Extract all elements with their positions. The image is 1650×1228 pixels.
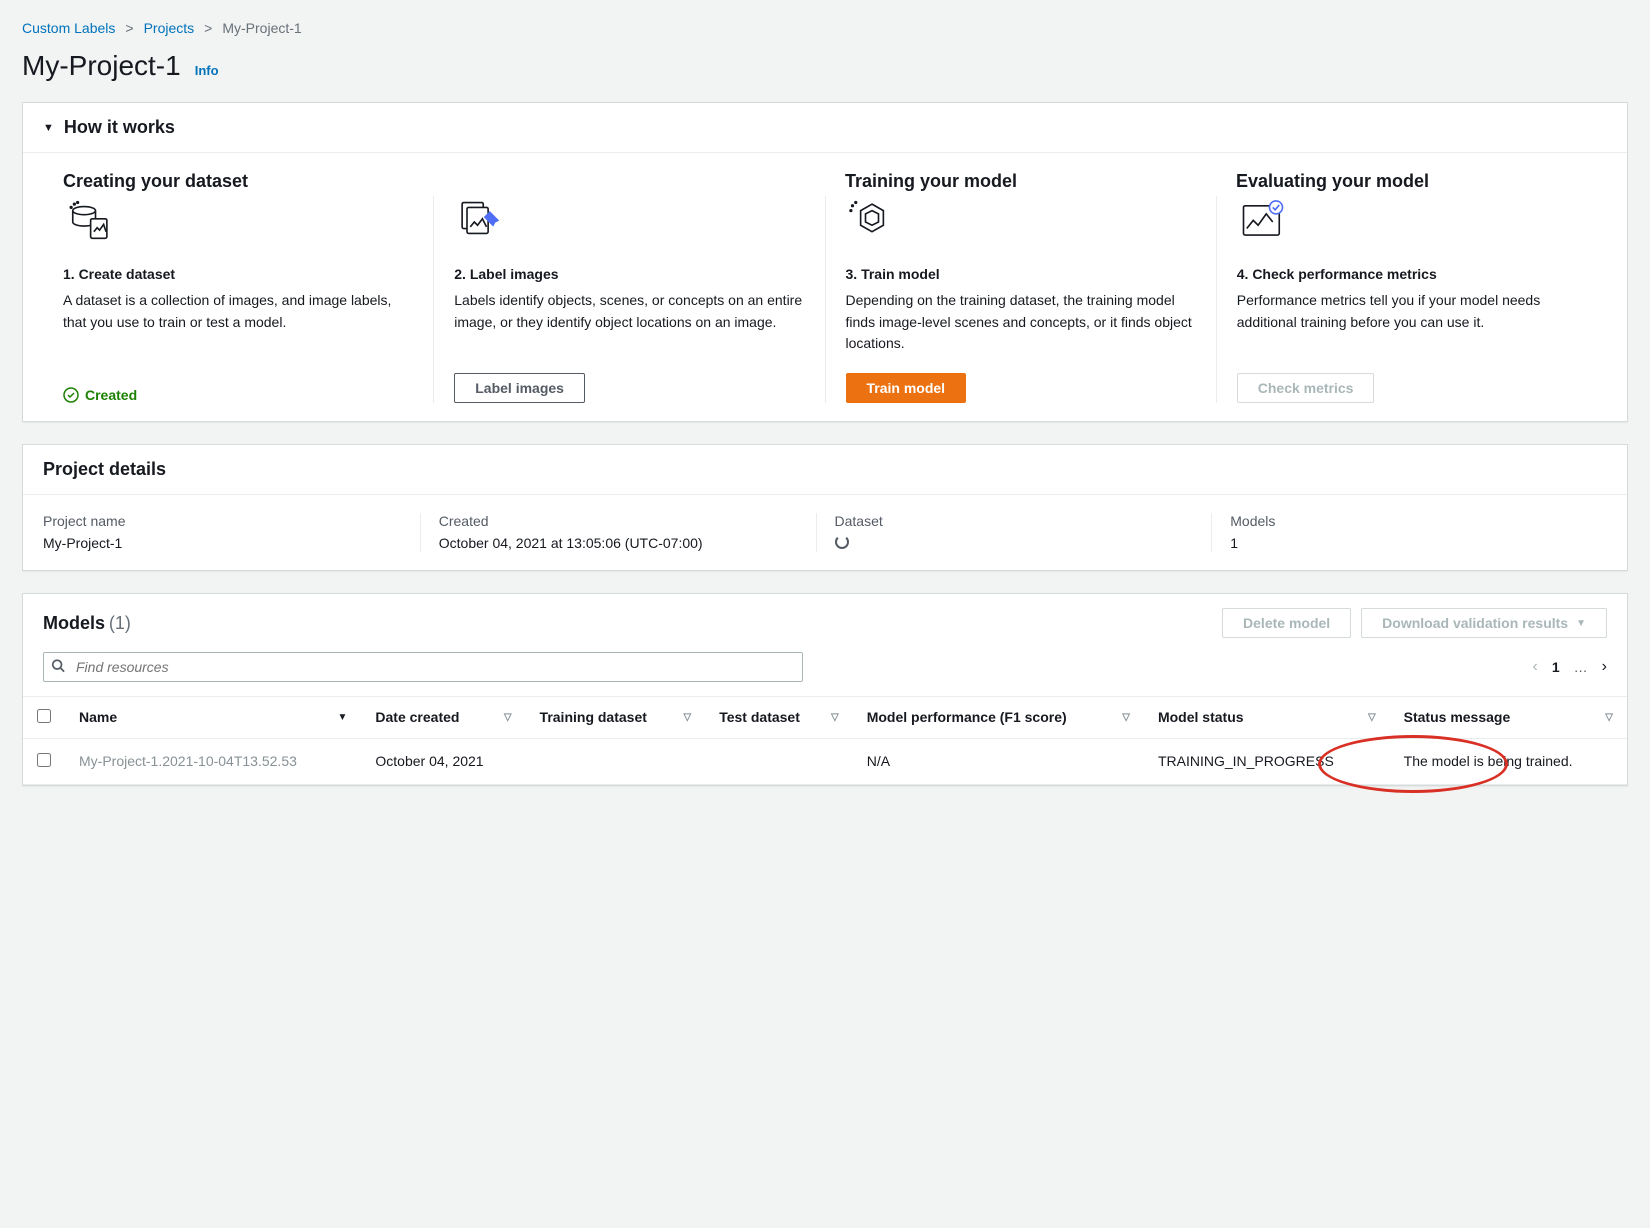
collapse-caret-icon[interactable]: ▼ bbox=[43, 122, 54, 134]
breadcrumb-projects[interactable]: Projects bbox=[144, 20, 195, 36]
breadcrumb-current: My-Project-1 bbox=[222, 20, 301, 36]
download-validation-label: Download validation results bbox=[1382, 615, 1568, 631]
search-input[interactable] bbox=[43, 652, 803, 682]
dataset-loading bbox=[835, 535, 1194, 552]
check-metrics-icon bbox=[1237, 196, 1587, 252]
models-table: Name ▼ Date created ▽ Training dataset ▽ Te… bbox=[23, 696, 1627, 785]
col-performance-label: Model performance (F1 score) bbox=[867, 709, 1067, 725]
col-status[interactable]: Model status ▽ bbox=[1144, 697, 1390, 739]
chevron-right-icon: > bbox=[125, 20, 133, 36]
row-name[interactable]: My-Project-1.2021-10-04T13.52.53 bbox=[79, 753, 297, 769]
table-row[interactable]: My-Project-1.2021-10-04T13.52.53 October… bbox=[23, 739, 1627, 785]
search-icon bbox=[51, 659, 65, 676]
col-message[interactable]: Status message ▽ bbox=[1390, 697, 1627, 739]
delete-model-button: Delete model bbox=[1222, 608, 1351, 638]
models-label: Models bbox=[1230, 513, 1589, 529]
pager-ellipsis: … bbox=[1574, 659, 1588, 675]
info-link[interactable]: Info bbox=[195, 63, 219, 78]
hiw-desc-1: A dataset is a collection of images, and… bbox=[63, 290, 413, 369]
train-model-button[interactable]: Train model bbox=[846, 373, 967, 403]
hiw-step-title-4: 4. Check performance metrics bbox=[1237, 266, 1587, 282]
row-date-created: October 04, 2021 bbox=[361, 739, 525, 785]
hiw-desc-2: Labels identify objects, scenes, or conc… bbox=[454, 290, 804, 355]
check-metrics-button: Check metrics bbox=[1237, 373, 1375, 403]
row-status: TRAINING_IN_PROGRESS bbox=[1158, 753, 1334, 769]
created-label: Created bbox=[439, 513, 798, 529]
pager-prev[interactable]: ‹ bbox=[1533, 658, 1538, 676]
sort-icon: ▽ bbox=[504, 712, 512, 723]
select-all-checkbox[interactable] bbox=[37, 709, 51, 723]
row-training-dataset bbox=[526, 739, 706, 785]
sort-icon: ▽ bbox=[1122, 712, 1130, 723]
created-value: October 04, 2021 at 13:05:06 (UTC-07:00) bbox=[439, 535, 798, 551]
download-validation-button: Download validation results ▼ bbox=[1361, 608, 1607, 638]
hiw-step-title-1: 1. Create dataset bbox=[63, 266, 413, 282]
col-message-label: Status message bbox=[1404, 709, 1511, 725]
breadcrumb: Custom Labels > Projects > My-Project-1 bbox=[22, 20, 1628, 36]
how-it-works-heading: How it works bbox=[64, 117, 175, 138]
project-name-value: My-Project-1 bbox=[43, 535, 402, 551]
check-circle-icon bbox=[63, 387, 79, 403]
how-it-works-panel: ▼ How it works Creating your dataset Tra… bbox=[22, 102, 1628, 422]
row-performance: N/A bbox=[853, 739, 1144, 785]
hiw-section-title-4: Evaluating your model bbox=[1236, 171, 1587, 192]
col-training-dataset-label: Training dataset bbox=[540, 709, 647, 725]
sort-icon: ▽ bbox=[684, 712, 692, 723]
label-images-icon bbox=[454, 196, 804, 252]
hiw-section-title-3: Training your model bbox=[845, 171, 1196, 192]
col-performance[interactable]: Model performance (F1 score) ▽ bbox=[853, 697, 1144, 739]
chevron-right-icon: > bbox=[204, 20, 212, 36]
project-details-heading: Project details bbox=[43, 459, 166, 480]
row-test-dataset bbox=[705, 739, 853, 785]
chevron-down-icon: ▼ bbox=[1576, 618, 1586, 629]
spinner-icon bbox=[835, 535, 849, 549]
col-test-dataset[interactable]: Test dataset ▽ bbox=[705, 697, 853, 739]
col-status-label: Model status bbox=[1158, 709, 1244, 725]
label-images-button[interactable]: Label images bbox=[454, 373, 585, 403]
page-title: My-Project-1 bbox=[22, 50, 181, 82]
dataset-label: Dataset bbox=[835, 513, 1194, 529]
models-panel: Models (1) Delete model Download validat… bbox=[22, 593, 1628, 786]
pager: ‹ 1 … › bbox=[1533, 658, 1607, 676]
project-name-label: Project name bbox=[43, 513, 402, 529]
sort-icon: ▽ bbox=[831, 712, 839, 723]
dataset-icon bbox=[63, 196, 413, 252]
col-test-dataset-label: Test dataset bbox=[719, 709, 800, 725]
pager-page-number: 1 bbox=[1552, 659, 1560, 675]
col-date-created[interactable]: Date created ▽ bbox=[361, 697, 525, 739]
hiw-step-title-2: 2. Label images bbox=[454, 266, 804, 282]
created-badge: Created bbox=[63, 387, 413, 403]
models-count: (1) bbox=[109, 613, 131, 633]
models-heading: Models bbox=[43, 613, 105, 633]
project-details-panel: Project details Project name My-Project-… bbox=[22, 444, 1628, 571]
sort-icon: ▽ bbox=[1368, 712, 1376, 723]
hiw-step-title-3: 3. Train model bbox=[846, 266, 1196, 282]
col-date-created-label: Date created bbox=[375, 709, 459, 725]
hiw-desc-3: Depending on the training dataset, the t… bbox=[846, 290, 1196, 355]
row-checkbox[interactable] bbox=[37, 753, 51, 767]
models-value: 1 bbox=[1230, 535, 1589, 551]
train-model-icon bbox=[846, 196, 1196, 252]
hiw-desc-4: Performance metrics tell you if your mod… bbox=[1237, 290, 1587, 355]
created-label: Created bbox=[85, 387, 137, 403]
hiw-section-title-1: Creating your dataset bbox=[63, 171, 414, 192]
col-training-dataset[interactable]: Training dataset ▽ bbox=[526, 697, 706, 739]
row-message: The model is being trained. bbox=[1390, 739, 1627, 785]
sort-icon: ▽ bbox=[1605, 712, 1613, 723]
sort-desc-icon: ▼ bbox=[338, 712, 348, 723]
breadcrumb-root[interactable]: Custom Labels bbox=[22, 20, 115, 36]
col-name-label: Name bbox=[79, 709, 117, 725]
pager-next[interactable]: › bbox=[1602, 658, 1607, 676]
col-name[interactable]: Name ▼ bbox=[65, 697, 361, 739]
